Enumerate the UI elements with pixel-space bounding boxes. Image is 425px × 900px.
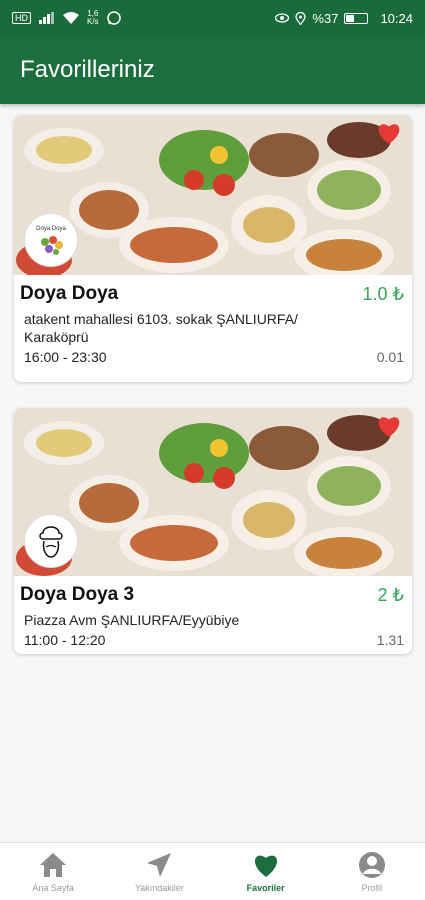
logo-text: Doya Doya [36, 226, 66, 232]
nav-label: Yakındakiler [134, 882, 184, 893]
wifi-icon [63, 12, 79, 24]
opening-hours: 16:00 - 23:30 [24, 349, 107, 365]
nav-label: Favoriler [246, 882, 285, 893]
price: 1.0 ₺ [362, 283, 404, 304]
home-icon [40, 852, 67, 877]
status-bar: HD 1,6 K/s %37 10:24 [0, 0, 425, 36]
favorite-card[interactable]: Doya Doya Doya Doya 1.0 ₺ atakent mahall… [14, 115, 412, 382]
app-bar: Favorilleriniz [0, 36, 425, 104]
restaurant-name: Doya Doya 3 [20, 584, 135, 605]
restaurant-photo [14, 408, 412, 576]
address: Piazza Avm ŞANLIURFA/Eyyübiye [24, 612, 240, 628]
address: atakent mahallesi 6103. sokak ŞANLIURFA/… [24, 311, 298, 345]
heart-icon [254, 855, 277, 877]
page-title: Favorilleriniz [20, 56, 155, 83]
signal-icon [39, 12, 54, 24]
favorite-heart-icon[interactable] [376, 414, 402, 438]
whatsapp-icon [106, 11, 121, 25]
navigation-arrow-icon [147, 852, 172, 877]
price: 2 ₺ [377, 584, 404, 605]
bottom-navigation: Ana Sayfa Yakındakiler Favoriler Profil [0, 842, 425, 900]
restaurant-photo: Doya Doya [14, 115, 412, 275]
profile-icon [358, 851, 385, 878]
restaurant-logo: Doya Doya [24, 213, 78, 267]
restaurant-name: Doya Doya [20, 283, 119, 304]
chef-logo-icon [24, 514, 78, 568]
network-speed: 1,6 K/s [87, 9, 99, 26]
battery-percent: %37 [312, 10, 339, 26]
distance: 1.31 [376, 632, 404, 648]
nav-label: Profil [361, 882, 383, 893]
hd-indicator: HD [12, 12, 31, 24]
opening-hours: 11:00 - 12:20 [24, 632, 106, 648]
nav-item-home[interactable]: Ana Sayfa [0, 843, 106, 900]
nav-item-favorites[interactable]: Favoriler [213, 843, 319, 900]
nav-label: Ana Sayfa [32, 882, 74, 893]
nav-item-profile[interactable]: Profil [319, 843, 425, 900]
distance: 0.01 [376, 349, 404, 365]
favorite-card[interactable]: Doya Doya 3 2 ₺ Piazza Avm ŞANLIURFA/Eyy… [14, 408, 412, 654]
location-icon [295, 11, 307, 25]
battery-icon [344, 12, 369, 24]
favorite-heart-icon[interactable] [376, 121, 402, 145]
eye-icon [275, 13, 290, 23]
nav-item-nearby[interactable]: Yakındakiler [106, 843, 212, 900]
clock: 10:24 [380, 10, 413, 26]
